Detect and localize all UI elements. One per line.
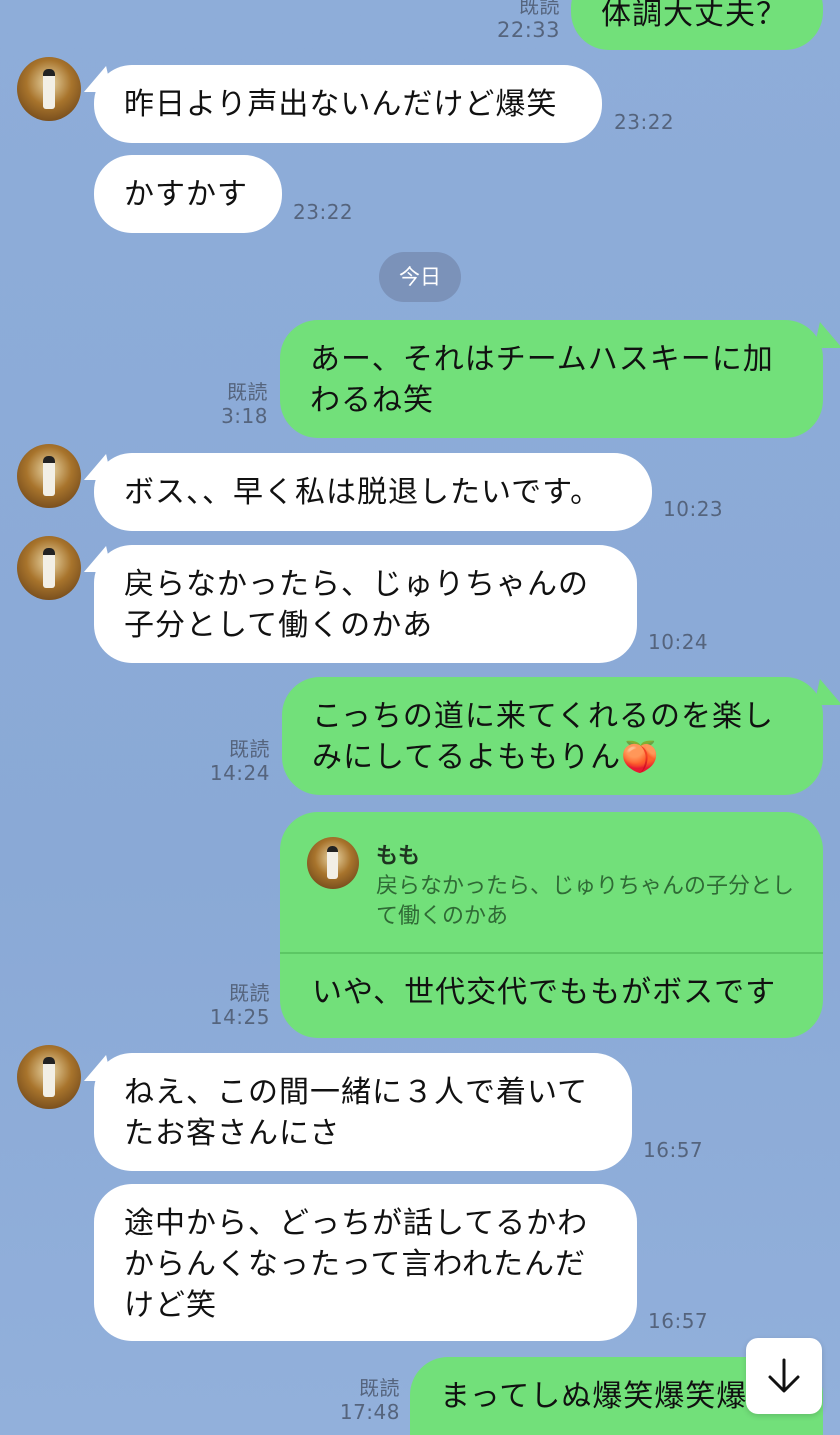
message-time: 23:22 — [614, 110, 675, 134]
quoted-sender-name: もも — [376, 844, 421, 869]
message-bubble-incoming[interactable]: 戻らなかったら、じゅりちゃんの子分として働くのかあ — [94, 545, 637, 663]
reply-message-bubble[interactable]: もも 戻らなかったら、じゅりちゃんの子分として働くのかあ いや、世代交代でももが… — [280, 812, 823, 1038]
arrow-down-icon — [768, 1358, 800, 1393]
message-text: こっちの道に来てくれるのを楽しみにしてるよももりん🍑 — [312, 699, 774, 775]
message-text: 体調大丈夫？ — [601, 0, 787, 32]
read-receipt: 既読 14:24 — [209, 737, 270, 785]
message-time: 16:57 — [648, 1309, 709, 1333]
message-text: あー、それはチームハスキーに加わるね笑 — [310, 342, 774, 418]
divider — [280, 952, 823, 954]
quoted-avatar — [307, 837, 359, 889]
message-text: 昨日より声出ないんだけど爆笑 — [124, 87, 558, 122]
read-receipt: 既読 22:33 — [496, 0, 560, 42]
read-receipt: 既読 3:18 — [221, 380, 268, 428]
message-bubble-outgoing[interactable]: 体調大丈夫？ — [571, 0, 823, 50]
message-time: 10:23 — [663, 497, 724, 521]
message-text: いや、世代交代でももがボスです — [312, 975, 777, 1010]
read-receipt: 既読 17:48 — [339, 1376, 400, 1424]
avatar[interactable] — [17, 1045, 81, 1109]
message-bubble-incoming[interactable]: ねえ、この間一緒に３人で着いてたお客さんにさ — [94, 1053, 632, 1171]
message-bubble-outgoing[interactable]: こっちの道に来てくれるのを楽しみにしてるよももりん🍑 — [282, 677, 823, 795]
message-text: ねえ、この間一緒に３人で着いてたお客さんにさ — [124, 1075, 589, 1151]
message-text: 戻らなかったら、じゅりちゃんの子分として働くのかあ — [124, 567, 589, 643]
message-bubble-incoming[interactable]: 昨日より声出ないんだけど爆笑 — [94, 65, 602, 143]
scroll-to-bottom-button[interactable] — [746, 1338, 822, 1414]
message-time: 16:57 — [643, 1138, 704, 1162]
avatar[interactable] — [17, 57, 81, 121]
message-bubble-incoming[interactable]: かすかす — [94, 155, 282, 233]
avatar[interactable] — [17, 444, 81, 508]
message-bubble-outgoing[interactable]: あー、それはチームハスキーに加わるね笑 — [280, 320, 823, 438]
avatar[interactable] — [17, 536, 81, 600]
message-time: 10:24 — [648, 630, 709, 654]
message-text: かすかす — [124, 177, 248, 212]
message-time: 23:22 — [293, 200, 354, 224]
message-bubble-incoming[interactable]: ボス、、早く私は脱退したいです。 — [94, 453, 652, 531]
message-text: まってしぬ爆笑爆笑爆 — [440, 1379, 748, 1414]
message-text: 途中から、どっちが話してるかわからんくなったって言われたんだけど笑 — [124, 1206, 589, 1323]
date-separator: 今日 — [379, 252, 461, 302]
read-receipt: 既読 14:25 — [209, 981, 270, 1029]
message-text: ボス、、早く私は脱退したいです。 — [124, 475, 602, 510]
chat-area[interactable]: 既読 22:33 体調大丈夫？ 昨日より声出ないんだけど爆笑 23:22 かすか… — [0, 0, 840, 1435]
quoted-message-text[interactable]: 戻らなかったら、じゅりちゃんの子分として働くのかあ — [376, 872, 796, 932]
message-bubble-incoming[interactable]: 途中から、どっちが話してるかわからんくなったって言われたんだけど笑 — [94, 1184, 637, 1341]
